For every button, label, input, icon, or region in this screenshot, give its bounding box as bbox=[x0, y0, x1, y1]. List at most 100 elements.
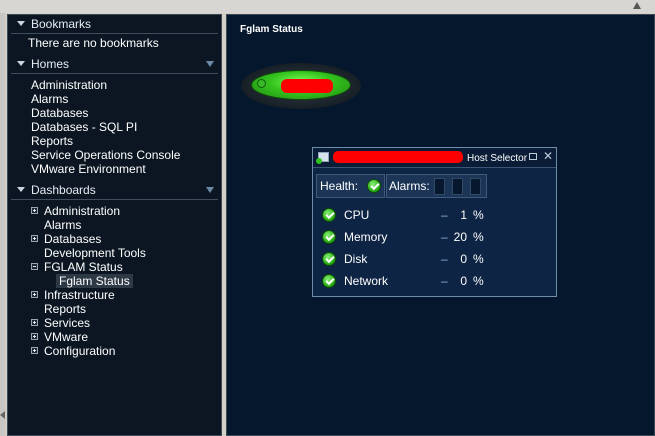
no-bookmarks-text: There are no bookmarks bbox=[28, 36, 159, 50]
dashboard-item-vmware[interactable]: VMware bbox=[8, 330, 221, 344]
metric-name: Memory bbox=[344, 230, 388, 244]
dashboard-item-reports[interactable]: Reports bbox=[8, 302, 221, 316]
dashboards-tree: Administration Alarms Databases Developm… bbox=[8, 204, 221, 358]
dashboard-item-label: Services bbox=[44, 316, 91, 330]
green-check-icon bbox=[322, 252, 336, 266]
homes-list: Administration Alarms Databases Database… bbox=[8, 78, 221, 176]
metric-value: 0 bbox=[460, 274, 467, 288]
expand-plus-icon[interactable] bbox=[31, 333, 38, 340]
dashboard-item-configuration[interactable]: Configuration bbox=[8, 344, 221, 358]
health-alarms-bar: Health: Alarms: bbox=[316, 174, 553, 198]
metric-row-cpu[interactable]: CPU – 1 % bbox=[313, 206, 556, 224]
metric-unit: % bbox=[473, 252, 484, 266]
collapse-minus-icon[interactable] bbox=[31, 263, 38, 270]
navigation-sidebar: Bookmarks There are no bookmarks Homes A… bbox=[7, 14, 222, 436]
dashboard-item-label: Databases bbox=[44, 232, 102, 246]
homes-item-alarms[interactable]: Alarms bbox=[8, 92, 221, 106]
host-status-dot-icon bbox=[316, 158, 322, 164]
homes-item-reports[interactable]: Reports bbox=[8, 134, 221, 148]
metric-row-memory[interactable]: Memory – 20 % bbox=[313, 228, 556, 246]
homes-item-vmware-environment[interactable]: VMware Environment bbox=[8, 162, 221, 176]
dashboards-title: Dashboards bbox=[31, 183, 96, 197]
expand-plus-icon[interactable] bbox=[31, 347, 38, 354]
health-box: Health: bbox=[316, 174, 385, 198]
metric-name: Network bbox=[344, 274, 389, 288]
collapse-triangle-icon[interactable] bbox=[17, 61, 25, 66]
dashboard-item-databases[interactable]: Databases bbox=[8, 232, 221, 246]
dashboard-item-fglam-status-group[interactable]: FGLAM Status bbox=[8, 260, 221, 274]
green-check-icon bbox=[322, 230, 336, 244]
host-selector-popup: Host Selector ✕ Health: Alarms: CPU – 1 … bbox=[312, 147, 557, 297]
scroll-up-arrow-icon[interactable] bbox=[633, 2, 641, 9]
green-check-icon bbox=[322, 274, 336, 288]
homes-header[interactable]: Homes bbox=[11, 55, 218, 74]
close-icon[interactable]: ✕ bbox=[543, 149, 553, 163]
redacted-label bbox=[281, 79, 333, 93]
dashboard-item-services[interactable]: Services bbox=[8, 316, 221, 330]
alarm-slot-1[interactable] bbox=[434, 178, 445, 195]
metric-name: CPU bbox=[344, 208, 370, 222]
dashboard-item-label: Administration bbox=[44, 204, 121, 218]
health-label: Health: bbox=[320, 179, 359, 193]
homes-item-administration[interactable]: Administration bbox=[8, 78, 221, 92]
expand-plus-icon[interactable] bbox=[31, 319, 38, 326]
top-bar bbox=[0, 0, 655, 13]
restore-icon[interactable] bbox=[529, 153, 537, 160]
metric-unit: % bbox=[473, 208, 484, 222]
alarms-box: Alarms: bbox=[386, 174, 487, 198]
homes-title: Homes bbox=[31, 57, 70, 71]
dashboard-item-label: VMware bbox=[44, 330, 89, 344]
dashboard-item-label: Fglam Status bbox=[56, 274, 133, 288]
collapse-left-arrow-icon[interactable] bbox=[0, 411, 5, 419]
host-selector-header: Host Selector ✕ bbox=[313, 148, 556, 168]
collapse-triangle-icon[interactable] bbox=[17, 21, 25, 26]
redacted-host-name bbox=[333, 151, 463, 163]
homes-item-databases[interactable]: Databases bbox=[8, 106, 221, 120]
metric-row-disk[interactable]: Disk – 0 % bbox=[313, 250, 556, 268]
dashboard-item-label: Reports bbox=[44, 302, 87, 316]
collapse-triangle-icon[interactable] bbox=[17, 187, 25, 192]
dashboard-item-label: Configuration bbox=[44, 344, 116, 358]
metric-unit: % bbox=[473, 274, 484, 288]
bookmarks-title: Bookmarks bbox=[31, 17, 92, 31]
dashboards-header[interactable]: Dashboards bbox=[11, 181, 218, 200]
dashboard-item-fglam-status-selected[interactable]: Fglam Status bbox=[8, 274, 221, 288]
homes-item-service-operations-console[interactable]: Service Operations Console bbox=[8, 148, 221, 162]
metric-trend: – bbox=[441, 252, 448, 266]
green-check-icon bbox=[322, 208, 336, 222]
expand-plus-icon[interactable] bbox=[31, 235, 38, 242]
filter-icon[interactable] bbox=[206, 187, 214, 193]
dashboard-item-label: FGLAM Status bbox=[44, 260, 123, 274]
metric-row-network[interactable]: Network – 0 % bbox=[313, 272, 556, 290]
dashboard-item-label: Development Tools bbox=[44, 246, 146, 260]
dashboard-item-infrastructure[interactable]: Infrastructure bbox=[8, 288, 221, 302]
alarm-slot-3[interactable] bbox=[470, 178, 481, 195]
dashboard-item-development-tools[interactable]: Development Tools bbox=[8, 246, 221, 260]
green-check-icon[interactable] bbox=[367, 179, 381, 193]
host-selector-title[interactable]: Host Selector bbox=[467, 153, 527, 164]
dashboard-item-alarms[interactable]: Alarms bbox=[8, 218, 221, 232]
metric-name: Disk bbox=[344, 252, 368, 266]
status-dot-icon bbox=[257, 79, 266, 88]
metric-value: 1 bbox=[460, 208, 467, 222]
metric-unit: % bbox=[473, 230, 484, 244]
metric-trend: – bbox=[441, 274, 448, 288]
homes-item-databases-sql-pi[interactable]: Databases - SQL PI bbox=[8, 120, 221, 134]
metric-trend: – bbox=[441, 230, 448, 244]
bookmarks-header[interactable]: Bookmarks bbox=[11, 15, 218, 34]
dashboard-item-label: Infrastructure bbox=[44, 288, 115, 302]
left-gutter bbox=[0, 13, 5, 436]
dashboard-item-administration[interactable]: Administration bbox=[8, 204, 221, 218]
fglam-status-indicator[interactable] bbox=[241, 63, 361, 109]
dashboard-item-label: Alarms bbox=[44, 218, 82, 232]
page-title: Fglam Status bbox=[240, 24, 303, 35]
alarms-label: Alarms: bbox=[389, 179, 430, 193]
expand-plus-icon[interactable] bbox=[31, 207, 38, 214]
metric-value: 20 bbox=[453, 230, 467, 244]
alarm-slot-2[interactable] bbox=[452, 178, 463, 195]
dashboard-main-panel: Fglam Status Host Selector ✕ Health: Ala… bbox=[226, 14, 655, 436]
filter-icon[interactable] bbox=[206, 61, 214, 67]
expand-plus-icon[interactable] bbox=[31, 291, 38, 298]
status-pill[interactable] bbox=[251, 70, 351, 100]
metric-trend: – bbox=[441, 208, 448, 222]
